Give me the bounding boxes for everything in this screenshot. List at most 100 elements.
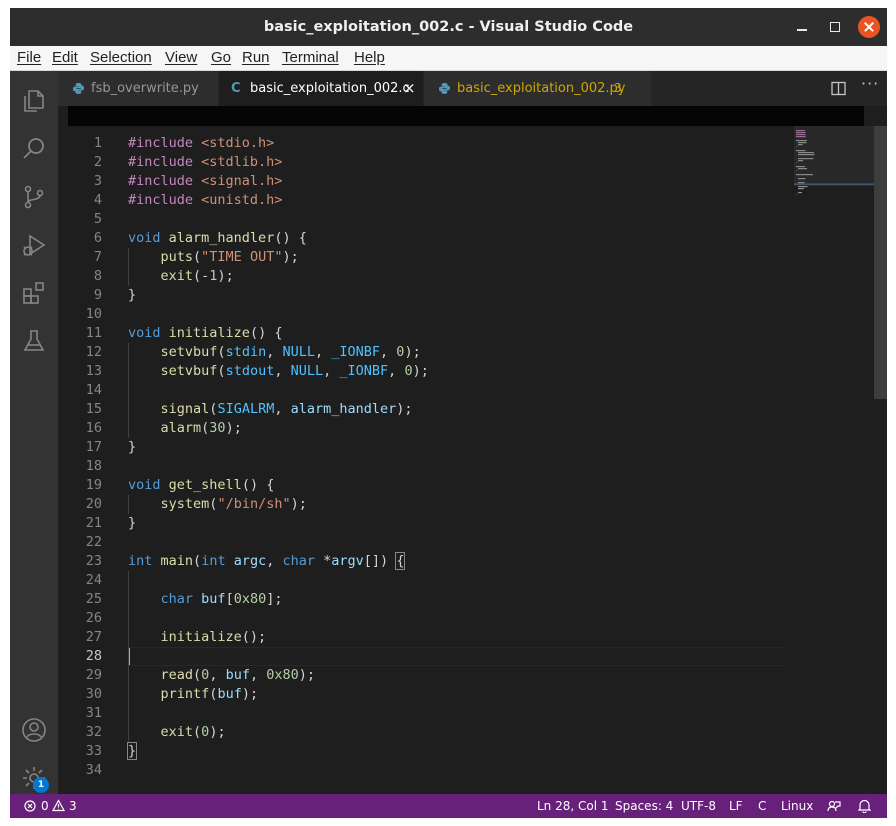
line-number: 11: [85, 325, 102, 341]
tab-label: fsb_overwrite.py: [91, 81, 199, 96]
menu-help[interactable]: Help: [354, 49, 385, 66]
menu-run[interactable]: Run: [242, 49, 270, 66]
line-number: 32: [85, 724, 102, 740]
menu-go[interactable]: Go: [211, 49, 231, 66]
title-bar[interactable]: basic_exploitation_002.c - Visual Studio…: [10, 8, 887, 46]
python-icon: [439, 83, 450, 94]
code-line[interactable]: printf(buf);: [128, 685, 259, 704]
minimap-line: [798, 186, 808, 188]
code-line[interactable]: alarm(30);: [128, 419, 242, 438]
line-number: 8: [93, 268, 102, 284]
minimap-slider[interactable]: [794, 126, 874, 186]
notifications-bell-icon[interactable]: [858, 799, 871, 813]
more-actions-icon[interactable]: ···: [861, 74, 879, 93]
code-line[interactable]: system("/bin/sh");: [128, 495, 307, 514]
line-number: 28: [85, 648, 102, 664]
code-line[interactable]: #include <signal.h>: [128, 172, 282, 191]
code-line[interactable]: int main(int argc, char *argv[]) {: [128, 552, 406, 571]
menu-view[interactable]: View: [165, 49, 197, 66]
code-line[interactable]: exit(0);: [128, 723, 226, 742]
menu-selection[interactable]: Selection: [90, 49, 152, 66]
close-window-button[interactable]: [858, 16, 880, 38]
platform-status[interactable]: Linux: [781, 794, 813, 818]
line-number: 12: [85, 344, 102, 360]
code-line[interactable]: #include <stdlib.h>: [128, 153, 282, 172]
menu-edit[interactable]: Edit: [52, 49, 78, 66]
encoding-status[interactable]: UTF-8: [681, 794, 716, 818]
code-line[interactable]: setvbuf(stdout, NULL, _IONBF, 0);: [128, 362, 429, 381]
code-line[interactable]: }: [128, 514, 136, 533]
line-number: 31: [85, 705, 102, 721]
indentation-status[interactable]: Spaces: 4: [615, 794, 673, 818]
line-number: 6: [93, 230, 102, 246]
testing-icon[interactable]: [21, 328, 47, 354]
indent-guide: [128, 343, 129, 438]
source-control-icon[interactable]: [21, 184, 47, 210]
code-line[interactable]: }: [128, 438, 136, 457]
extensions-icon[interactable]: [21, 280, 47, 306]
close-tab-icon[interactable]: ×: [403, 71, 416, 106]
menu-bar: File Edit Selection View Go Run Terminal…: [10, 46, 887, 71]
code-line[interactable]: #include <unistd.h>: [128, 191, 282, 210]
line-number: 22: [85, 534, 102, 550]
tab-basic-exploitation-002-c[interactable]: C basic_exploitation_002.c ×: [219, 71, 423, 106]
minimap-line: [798, 192, 802, 194]
feedback-icon[interactable]: [827, 799, 841, 813]
code-line[interactable]: }: [128, 286, 136, 305]
editor-tab-bar: fsb_overwrite.py C basic_exploitation_00…: [58, 71, 887, 106]
tab-fsb-overwrite-py[interactable]: fsb_overwrite.py: [58, 71, 218, 106]
line-number: 23: [85, 553, 102, 569]
line-number: 10: [85, 306, 102, 322]
code-line[interactable]: void get_shell() {: [128, 476, 274, 495]
code-editor[interactable]: 1 2 3 4 5 6 7 8 9 10 11 12 13 14 15 16 17 18 19 20 21 22 23 24 2…: [58, 126, 887, 794]
manage-badge: 1: [33, 777, 49, 793]
accounts-icon[interactable]: [21, 717, 47, 743]
code-line[interactable]: }: [126, 742, 138, 761]
line-number: 20: [85, 496, 102, 512]
menu-terminal[interactable]: Terminal: [282, 49, 339, 66]
explorer-icon[interactable]: [21, 88, 47, 114]
code-line[interactable]: signal(SIGALRM, alarm_handler);: [128, 400, 413, 419]
maximize-button[interactable]: [825, 17, 845, 37]
eol-status[interactable]: LF: [729, 794, 743, 818]
line-number: 14: [85, 382, 102, 398]
line-number: 2: [93, 154, 102, 170]
line-number: 7: [93, 249, 102, 265]
line-number: 5: [93, 211, 102, 227]
window-title: basic_exploitation_002.c - Visual Studio…: [263, 19, 634, 35]
code-line[interactable]: #include <stdio.h>: [128, 134, 274, 153]
code-line[interactable]: char buf[0x80];: [128, 590, 283, 609]
tab-basic-exploitation-002-py[interactable]: basic_exploitation_002.py 3: [424, 71, 651, 106]
minimap-line: [796, 194, 797, 196]
scrollbar-thumb[interactable]: [874, 126, 887, 399]
line-number: 17: [85, 439, 102, 455]
split-editor-icon[interactable]: [831, 81, 846, 96]
language-mode[interactable]: C: [758, 794, 766, 818]
line-number: 4: [93, 192, 102, 208]
code-line[interactable]: void initialize() {: [128, 324, 282, 343]
problems-count: 3: [614, 81, 622, 95]
python-icon: [73, 83, 84, 94]
minimap-line: [798, 188, 804, 190]
code-line[interactable]: initialize();: [128, 628, 267, 647]
minimize-button[interactable]: [792, 17, 812, 37]
code-line[interactable]: setvbuf(stdin, NULL, _IONBF, 0);: [128, 343, 421, 362]
error-icon: [24, 800, 36, 812]
status-bar: 0 3 Ln 28, Col 1 Spaces: 4 UTF-8 LF C Li…: [10, 794, 887, 818]
search-icon[interactable]: [21, 136, 47, 162]
code-line[interactable]: read(0, buf, 0x80);: [128, 666, 316, 685]
line-number: 15: [85, 401, 102, 417]
run-debug-icon[interactable]: [21, 232, 47, 258]
code-line[interactable]: exit(-1);: [128, 267, 234, 286]
code-line[interactable]: puts("TIME OUT");: [128, 248, 299, 267]
menu-file[interactable]: File: [17, 49, 41, 66]
tab-label: basic_exploitation_002.c: [250, 81, 410, 96]
vscode-window: basic_exploitation_002.c - Visual Studio…: [10, 8, 887, 818]
line-number: 33: [85, 743, 102, 759]
code-line[interactable]: void alarm_handler() {: [128, 229, 307, 248]
line-number: 16: [85, 420, 102, 436]
breadcrumb-bar: [68, 106, 864, 126]
indent-guide: [128, 495, 129, 514]
line-number: 19: [85, 477, 102, 493]
cursor-position[interactable]: Ln 28, Col 1: [537, 794, 609, 818]
